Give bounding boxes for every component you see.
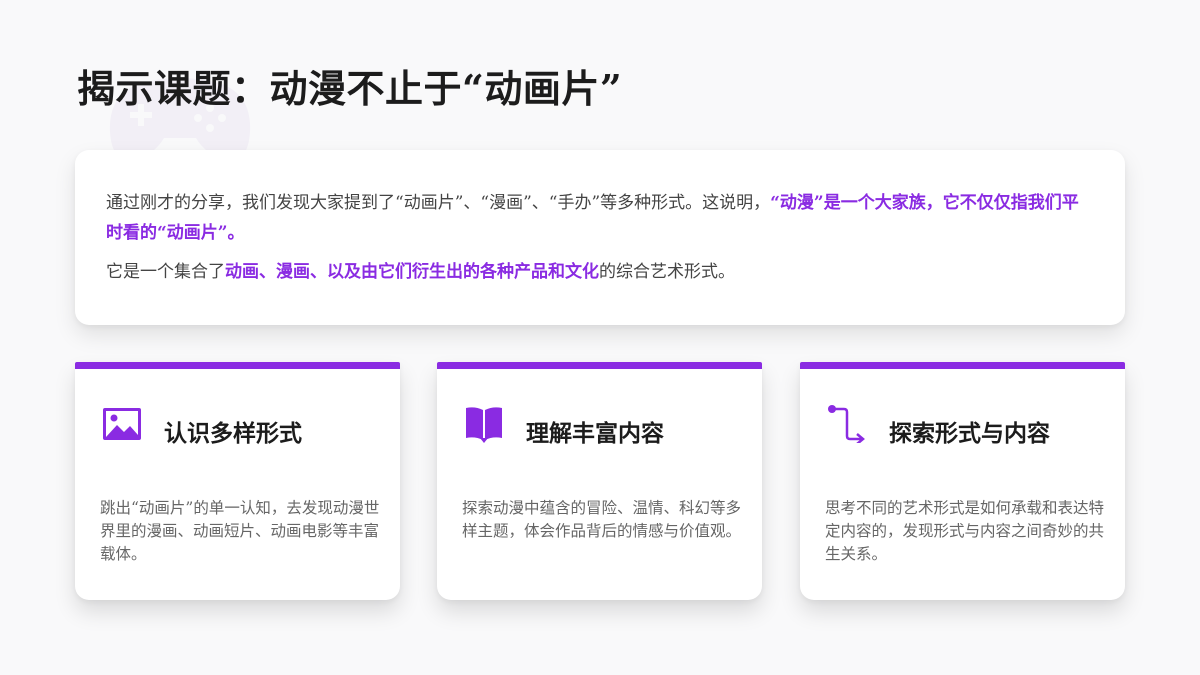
image-icon (103, 408, 141, 440)
card-title: 认识多样形式 (164, 420, 302, 447)
page-title: 揭示课题：动漫不止于“动画片” (77, 66, 623, 111)
intro-highlight: 动画、漫画、以及由它们衍生出的各种产品和文化 (225, 262, 599, 282)
card-description: 跳出“动画片”的单一认知，去发现动漫世界里的漫画、动画短片、动画电影等丰富载体。 (100, 499, 380, 563)
intro-card: 通过刚才的分享，我们发现大家提到了“动画片”、“漫画”、“手办”等多种形式。这说… (75, 150, 1125, 325)
card-title: 理解丰富内容 (526, 420, 664, 447)
route-icon (828, 405, 865, 443)
intro-paragraph-2: 它是一个集合了动画、漫画、以及由它们衍生出的各种产品和文化的综合艺术形式。 (106, 258, 1095, 286)
intro-text: 通过刚才的分享，我们发现大家提到了“动画片”、“漫画”、“手办”等多种形式。这说… (106, 193, 771, 213)
feature-card: 探索形式与内容 思考不同的艺术形式是如何承载和表达特定内容的，发现形式与内容之间… (800, 362, 1125, 600)
card-description: 思考不同的艺术形式是如何承载和表达特定内容的，发现形式与内容之间奇妙的共生关系。 (825, 499, 1105, 563)
intro-paragraph-1: 通过刚才的分享，我们发现大家提到了“动画片”、“漫画”、“手办”等多种形式。这说… (106, 188, 1095, 248)
feature-cards: 认识多样形式 跳出“动画片”的单一认知，去发现动漫世界里的漫画、动画短片、动画电… (75, 362, 1125, 600)
intro-text: 的综合艺术形式。 (599, 262, 735, 282)
book-icon (466, 407, 502, 443)
card-description: 探索动漫中蕴含的冒险、温情、科幻等多样主题，体会作品背后的情感与价值观。 (462, 499, 742, 540)
feature-card: 理解丰富内容 探索动漫中蕴含的冒险、温情、科幻等多样主题，体会作品背后的情感与价… (437, 362, 762, 600)
intro-text: 它是一个集合了 (106, 262, 225, 282)
feature-card: 认识多样形式 跳出“动画片”的单一认知，去发现动漫世界里的漫画、动画短片、动画电… (75, 362, 400, 600)
card-title: 探索形式与内容 (889, 420, 1050, 447)
